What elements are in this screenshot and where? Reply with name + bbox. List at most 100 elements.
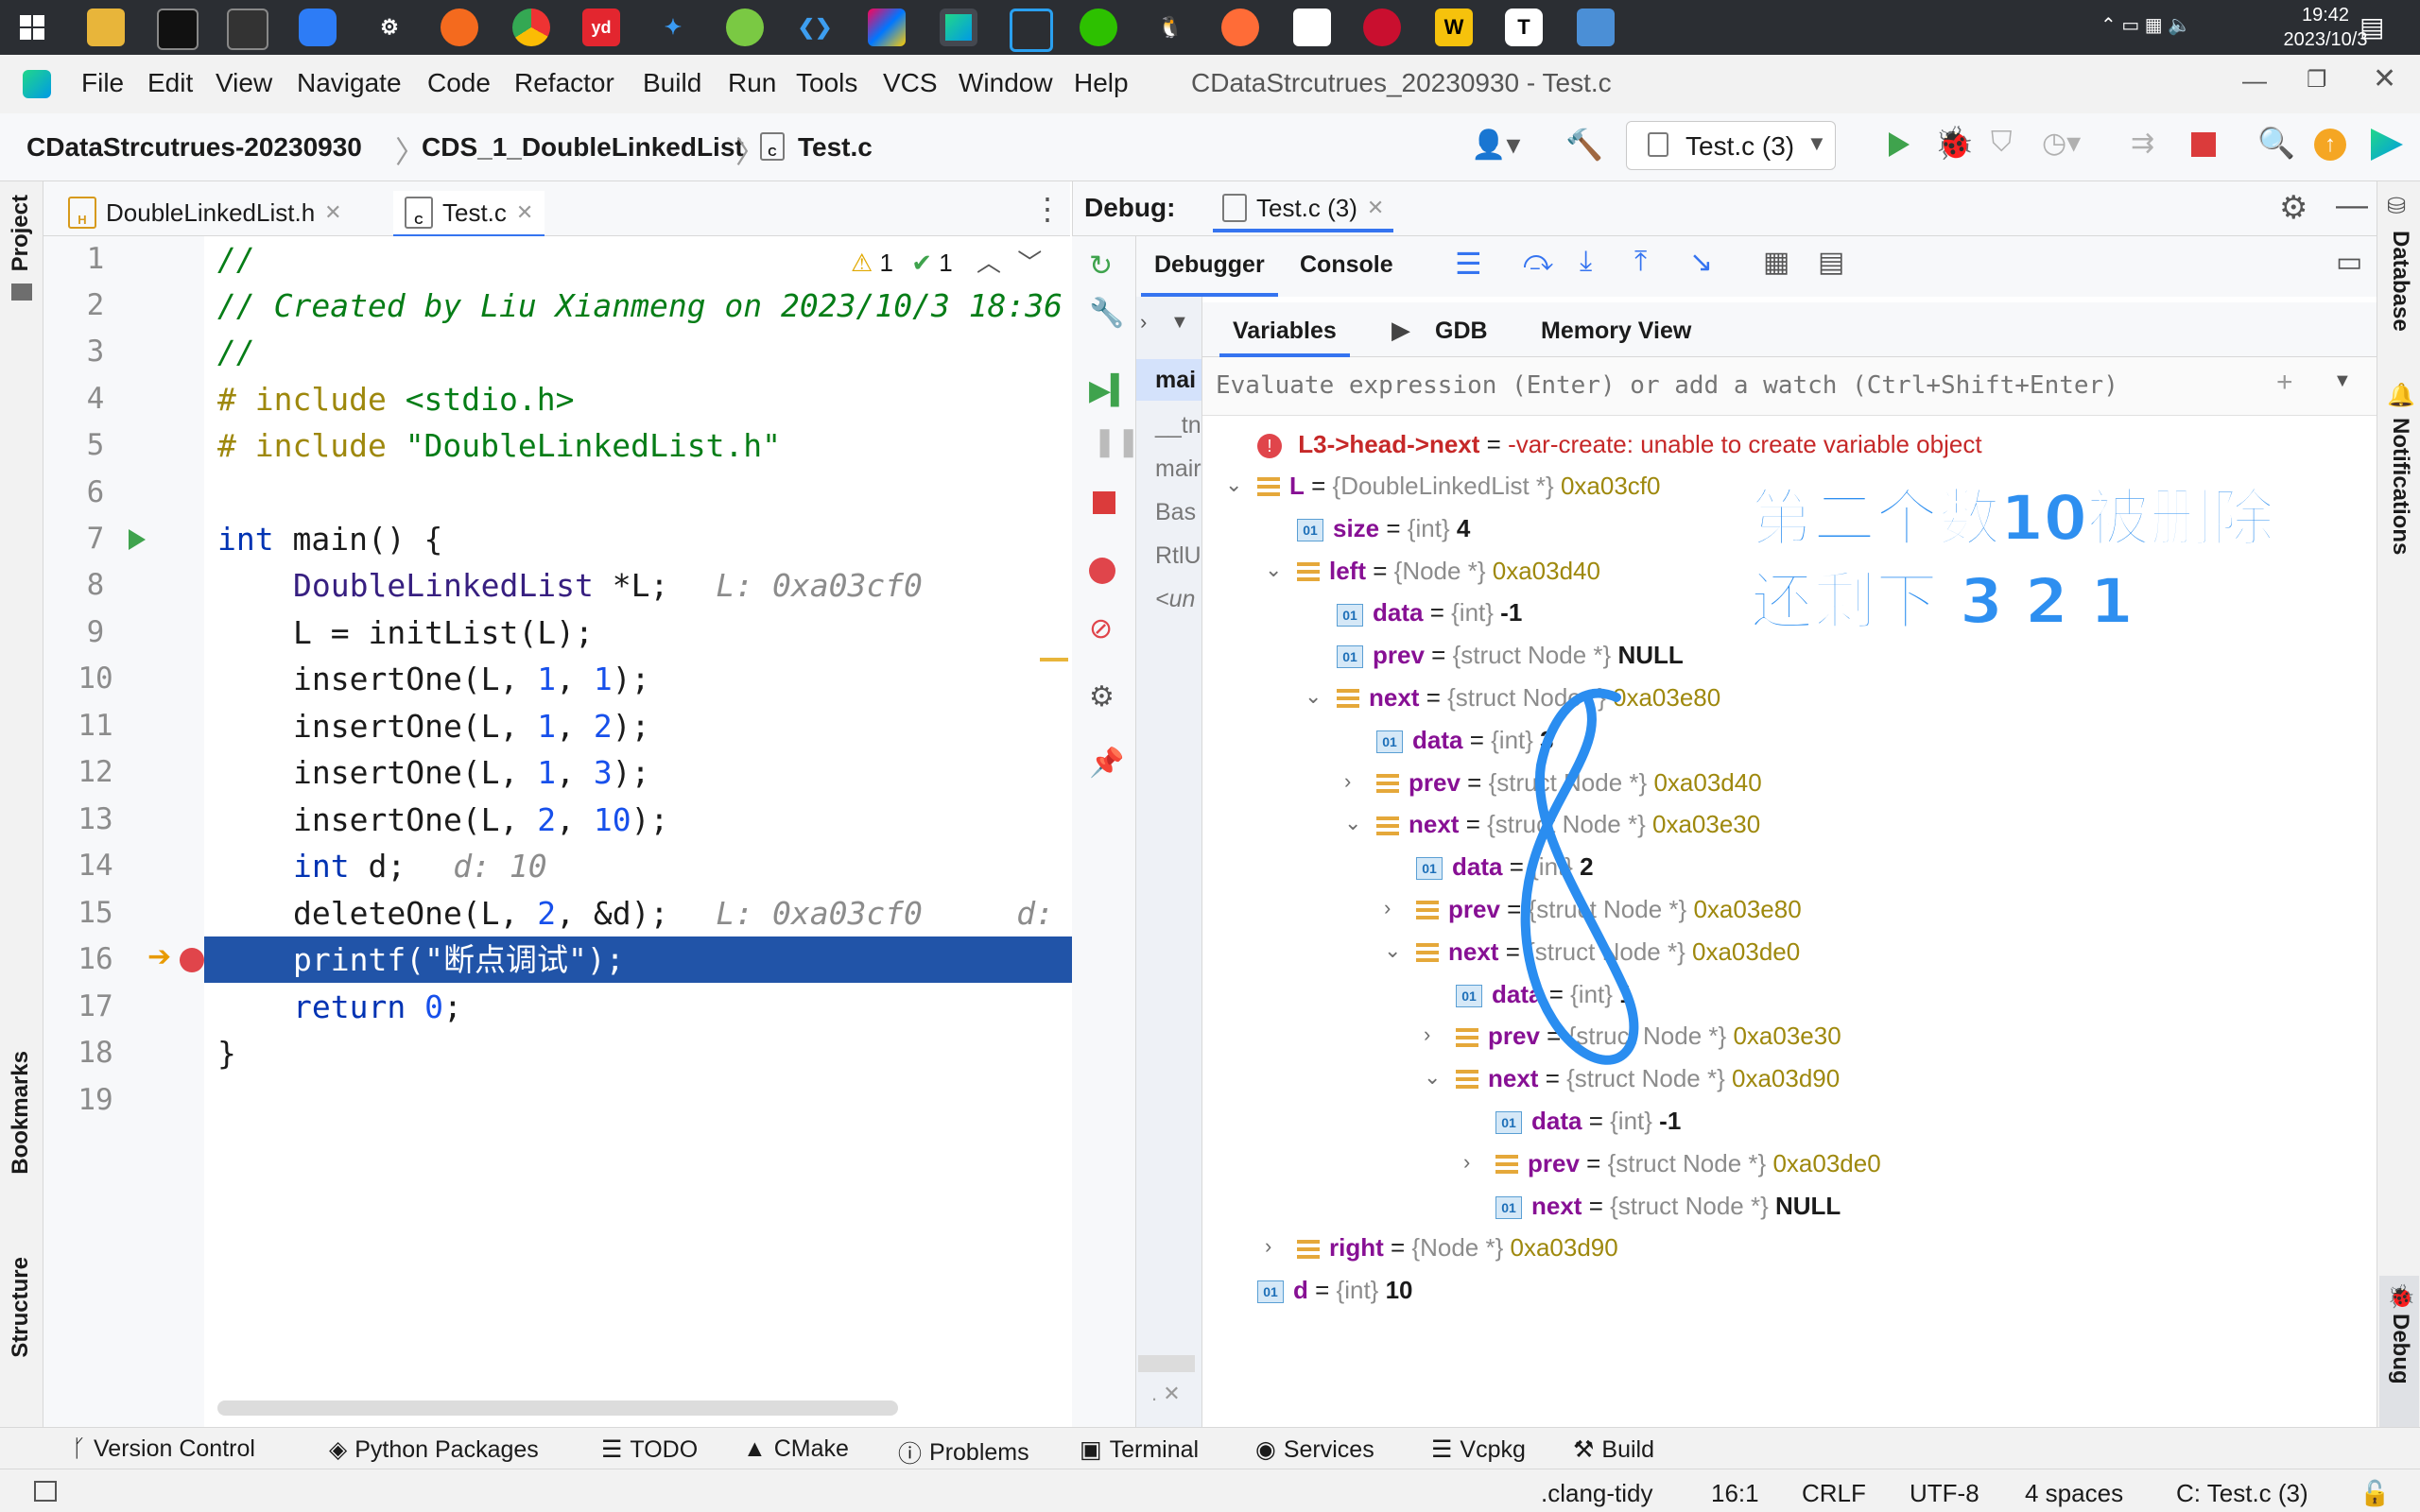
vcpkg-button[interactable]: ☰ Vcpkg [1431,1435,1526,1464]
chevron-down-icon[interactable]: ⌄ [1424,1065,1441,1090]
variable-row[interactable]: 01 data = {int} -1 [1337,592,1522,633]
variable-row[interactable]: 01 size = {int} 4 [1297,507,1470,549]
notifications-tool-button[interactable]: Notifications [2387,418,2413,555]
chevron-right-icon[interactable]: › [1463,1150,1470,1175]
chrome-icon[interactable] [512,9,550,46]
stop-icon[interactable] [1093,491,1115,514]
clion-icon[interactable] [940,9,977,46]
menu-run[interactable]: Run [728,68,776,98]
horizontal-scrollbar[interactable] [217,1400,898,1416]
postman-icon[interactable] [1221,9,1259,46]
menu-view[interactable]: View [216,68,272,98]
run-icon[interactable] [1887,130,1911,159]
windows-start-icon[interactable] [13,9,51,46]
menu-navigate[interactable]: Navigate [297,68,402,98]
frame-item[interactable]: mair [1155,455,1201,483]
codesandbox-icon[interactable] [1293,9,1331,46]
jetbrains-ai-icon[interactable] [2371,129,2403,161]
wps-icon[interactable]: ✦ [654,9,692,46]
powershell-icon[interactable] [227,9,268,50]
cursor-position[interactable]: 16:1 [1711,1479,1759,1508]
tab-test-c[interactable]: C Test.c ✕ [393,191,545,238]
firefox-icon[interactable] [441,9,478,46]
chevron-down-icon[interactable]: ⌄ [1305,684,1322,709]
breadcrumb-file[interactable]: Test.c [798,132,873,163]
youdao-icon[interactable]: yd [582,9,620,46]
chevron-down-icon[interactable]: ⌄ [1225,472,1242,497]
menu-refactor[interactable]: Refactor [514,68,614,98]
mockup-tool-icon[interactable] [1010,9,1053,52]
debug-session-tab[interactable]: Test.c (3) ✕ [1213,187,1394,232]
step-out-icon[interactable]: ⤒ [1634,246,1647,278]
typora-icon[interactable]: T [1505,9,1543,46]
step-over-icon[interactable]: ⤼ [1523,246,1553,278]
frame-item[interactable]: RtlU [1155,542,1201,570]
debug-tool-button[interactable]: 🐞 Debug [2379,1276,2419,1427]
tab-gdb[interactable]: GDB [1435,318,1488,345]
tab-console[interactable]: Console [1300,251,1393,279]
debug-bug-icon[interactable]: 🐞 [1934,125,1974,163]
wechat-icon[interactable] [1080,9,1117,46]
toggle-tool-windows-icon[interactable] [34,1481,57,1502]
menu-build[interactable]: Build [643,68,701,98]
line-separator[interactable]: CRLF [1802,1479,1866,1508]
menu-help[interactable]: Help [1074,68,1129,98]
close-tab-icon[interactable]: ✕ [516,200,533,225]
restore-button[interactable]: ❐ [2307,66,2327,94]
pin-icon[interactable]: 📌 [1089,747,1124,780]
menu-edit[interactable]: Edit [147,68,193,98]
view-breakpoints-icon[interactable] [1089,558,1115,584]
code-editor[interactable]: ⚠ 1 ✔ 1 ︿ ﹀ // // Created by Liu Xianmen… [204,236,1159,1427]
menu-tools[interactable]: Tools [796,68,857,98]
close-tab-icon[interactable]: ✕ [1367,196,1384,220]
todo-button[interactable]: ☰ TODO [601,1435,698,1464]
chevron-right-icon[interactable]: › [1424,1022,1430,1047]
add-watch-icon[interactable]: + [2276,367,2293,399]
lock-icon[interactable]: 🔓 [2360,1479,2390,1508]
run-to-cursor-icon[interactable]: ↘ [1689,246,1713,279]
build-button[interactable]: ⚒ Build [1573,1435,1654,1464]
variable-row[interactable]: left = {Node *} 0xa03d40 [1297,550,1600,592]
step-into-icon[interactable]: ⤓ [1580,246,1592,278]
attach-icon[interactable]: ⇉ [2131,127,2154,160]
notification-center-icon[interactable]: ▤ [2360,11,2384,43]
breadcrumb-project[interactable]: CDataStrcutrues-20230930 [26,132,362,163]
chevron-down-icon[interactable]: ▼ [1170,312,1189,334]
clang-tidy-status[interactable]: .clang-tidy [1541,1479,1653,1508]
rerun-icon[interactable]: ↻ [1089,249,1113,283]
vscode-icon[interactable]: ❮❯ [796,9,834,46]
wiz-icon[interactable]: W [1435,9,1473,46]
minimize-button[interactable]: — [2242,66,2267,95]
close-button[interactable]: ✕ [2373,62,2396,95]
evaluate-table-icon[interactable]: ▦ [1763,246,1789,279]
remote-desktop-icon[interactable] [1577,9,1615,46]
project-tool-button[interactable]: Project [8,195,34,271]
structure-tool-button[interactable]: Structure [8,1257,34,1358]
tab-doublelinkedlist-h[interactable]: H DoubleLinkedList.h ✕ [57,191,354,234]
error-row[interactable]: ! L3->head->next = -var-create: unable t… [1257,423,1982,465]
menu-vcs[interactable]: VCS [883,68,938,98]
frames-scrollbar[interactable] [1138,1355,1195,1372]
variable-row[interactable]: prev = {struct Node *} 0xa03de0 [1495,1143,1881,1184]
breadcrumb-folder[interactable]: CDS_1_DoubleLinkedList [422,132,744,163]
more-options-icon[interactable]: ⋮ [1032,191,1063,227]
mute-breakpoints-icon[interactable]: ⊘ [1089,612,1113,645]
chevron-down-icon[interactable]: ⌄ [1344,811,1361,835]
variable-row[interactable]: 01 d = {int} 10 [1257,1269,1413,1311]
cmake-button[interactable]: ▲ CMake [743,1435,849,1463]
qq-icon[interactable]: 🐧 [1151,9,1189,46]
services-button[interactable]: ◉ Services [1255,1435,1374,1464]
tab-debugger[interactable]: Debugger [1141,236,1278,297]
coverage-icon[interactable]: ⛉ [1991,127,2013,159]
pause-icon[interactable]: ❚❚ [1093,425,1140,458]
hide-panel-icon[interactable]: — [2336,187,2368,224]
tab-variables[interactable]: Variables [1219,302,1350,357]
feishu-icon[interactable] [726,9,764,46]
version-control-button[interactable]: ᚴ Version Control [72,1435,255,1463]
variable-row[interactable]: 01 prev = {struct Node *} NULL [1337,634,1684,676]
resume-icon[interactable]: ▶▍ [1089,374,1132,407]
tab-memory-view[interactable]: Memory View [1541,318,1691,345]
evaluate-expression-input[interactable] [1214,363,2273,408]
frame-item-selected[interactable]: mai [1136,359,1201,401]
settings-gear-icon[interactable]: ⚙ [1089,680,1115,713]
